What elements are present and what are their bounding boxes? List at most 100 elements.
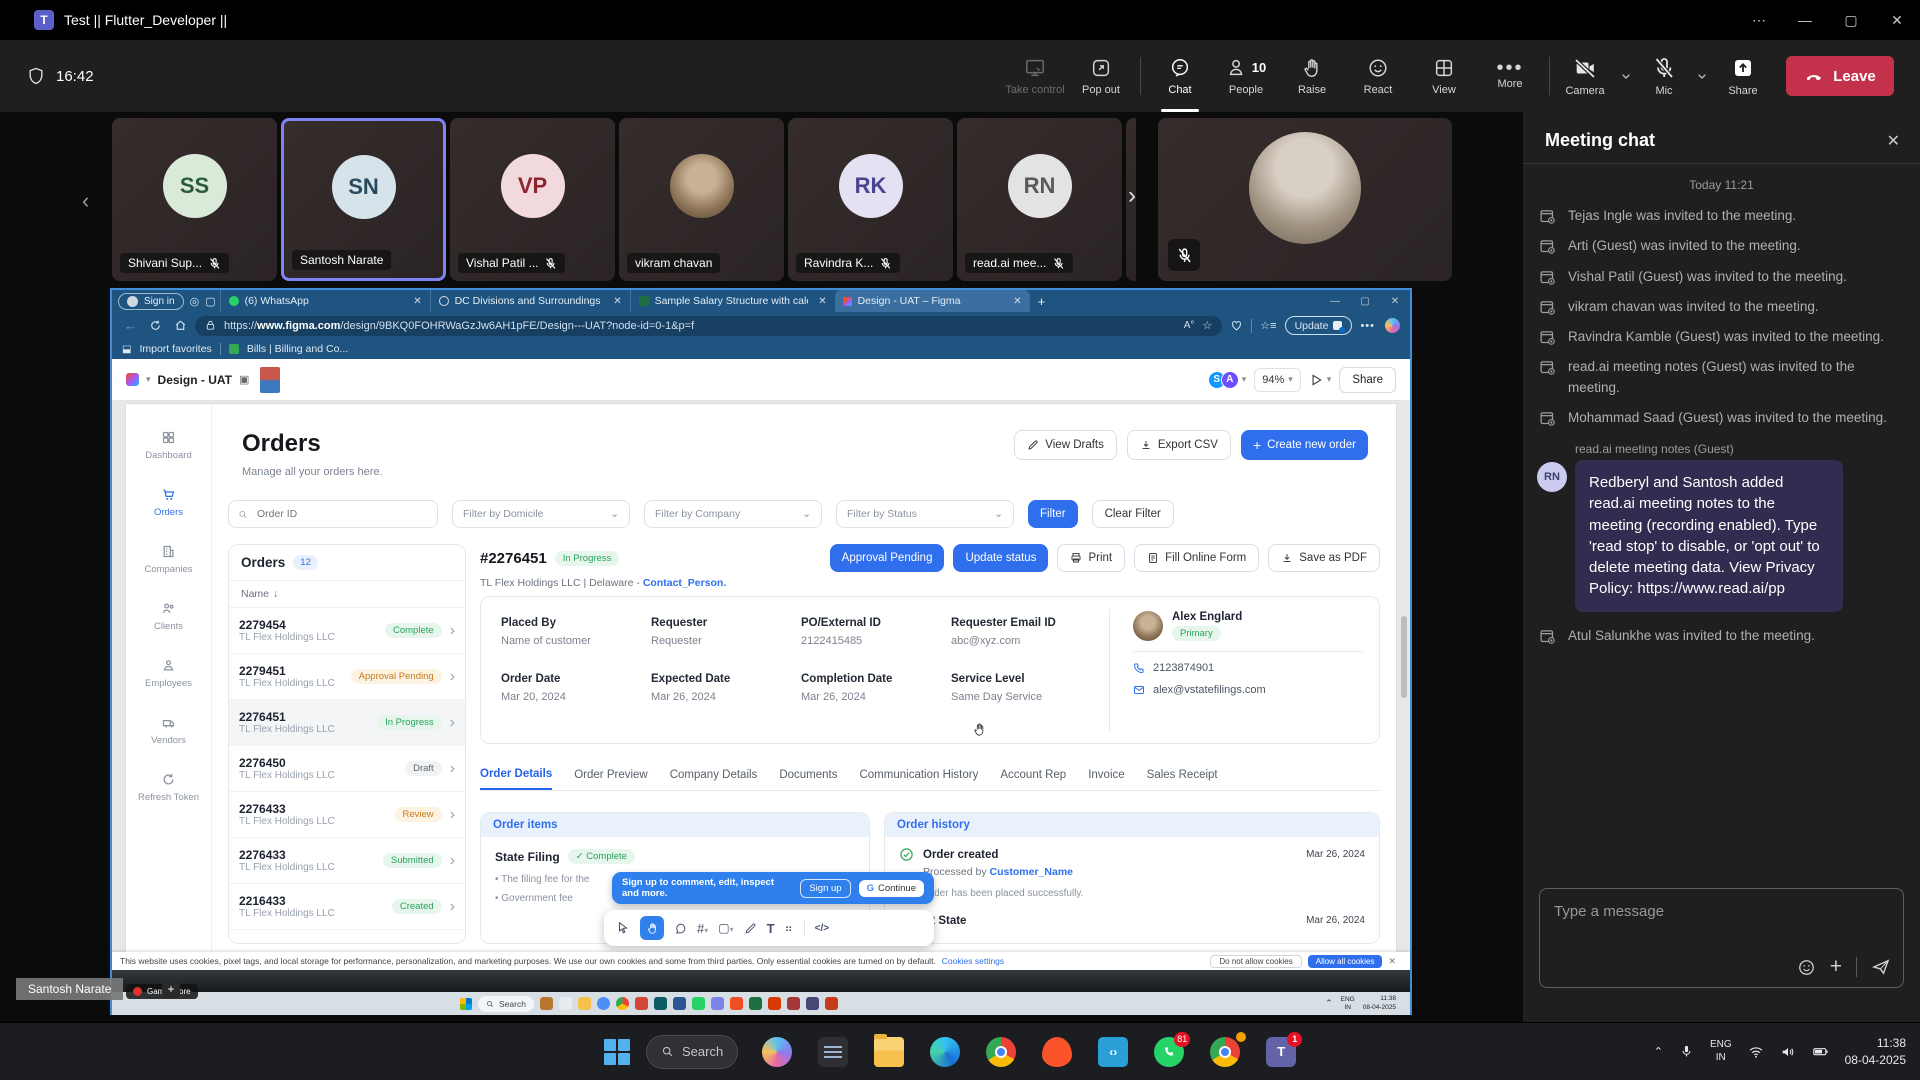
present-button[interactable]: ▾ xyxy=(1309,373,1332,387)
bookmark-item[interactable]: Import favorites xyxy=(139,343,211,355)
browser-maximize-icon[interactable]: ▢ xyxy=(1350,296,1380,307)
video-tile[interactable]: SS Shivani Sup... xyxy=(112,118,277,281)
file-explorer-icon[interactable] xyxy=(874,1037,904,1067)
people-button[interactable]: 10 People xyxy=(1213,40,1279,112)
frame-tool-icon[interactable]: #▾ xyxy=(697,921,708,936)
volume-icon[interactable] xyxy=(1780,1044,1796,1060)
vscode-icon[interactable]: ‹› xyxy=(1098,1037,1128,1067)
tiles-prev-icon[interactable]: ‹ xyxy=(82,188,89,214)
export-csv-button[interactable]: Export CSV xyxy=(1127,430,1231,460)
sidebar-item-orders[interactable]: Orders xyxy=(154,487,183,518)
back-icon[interactable]: ← xyxy=(124,318,137,333)
browser-tab[interactable]: DC Divisions and Surroundings✕ xyxy=(430,290,630,312)
tab-documents[interactable]: Documents xyxy=(779,769,837,789)
attach-plus-icon[interactable]: + xyxy=(1830,958,1842,976)
language-indicator[interactable]: ENGIN xyxy=(1710,1039,1732,1064)
shared-search-box[interactable]: Search xyxy=(478,996,534,1012)
favorites-bar-icon[interactable]: ☆≡ xyxy=(1260,319,1276,332)
cookie-settings-link[interactable]: Cookies settings xyxy=(942,956,1004,966)
sidebar-item-vendors[interactable]: Vendors xyxy=(151,715,186,746)
comment-tool-icon[interactable] xyxy=(674,922,687,935)
close-button[interactable]: ✕ xyxy=(1874,12,1920,29)
pinned-app-icon[interactable] xyxy=(616,997,629,1010)
chat-button[interactable]: Chat xyxy=(1147,40,1213,112)
tray-chevron-icon[interactable]: ⌃ xyxy=(1325,998,1333,1009)
video-tile[interactable]: RK Ravindra K... xyxy=(788,118,953,281)
read-aloud-icon[interactable]: A° xyxy=(1184,320,1195,331)
create-new-order-button[interactable]: +Create new order xyxy=(1241,430,1368,460)
wifi-icon[interactable] xyxy=(1748,1044,1764,1060)
address-bar[interactable]: https://www.figma.com/design/9BKQ0FOHRWa… xyxy=(195,316,1222,336)
teams-icon[interactable]: T1 xyxy=(1266,1037,1296,1067)
hand-tool-active[interactable] xyxy=(640,916,664,940)
pinned-app-icon[interactable] xyxy=(578,997,591,1010)
brave-icon[interactable] xyxy=(1042,1037,1072,1067)
tab-invoice[interactable]: Invoice xyxy=(1088,769,1124,789)
mic-chevron-down-icon[interactable] xyxy=(1694,68,1710,84)
canvas-scrollbar[interactable] xyxy=(1401,616,1407,698)
figma-sign-up-button[interactable]: Sign up xyxy=(800,879,850,898)
spotlight-tile[interactable] xyxy=(1158,118,1452,281)
contact-person-link[interactable]: Contact_Person. xyxy=(643,577,726,589)
pinned-app-icon[interactable] xyxy=(540,997,553,1010)
raise-hand-button[interactable]: Raise xyxy=(1279,40,1345,112)
collaborator-avatar[interactable]: A xyxy=(1221,371,1239,389)
copilot-icon[interactable] xyxy=(762,1037,792,1067)
start-icon[interactable] xyxy=(460,998,472,1010)
pinned-app-icon[interactable] xyxy=(806,997,819,1010)
pinned-app-icon[interactable] xyxy=(673,997,686,1010)
tab-company-details[interactable]: Company Details xyxy=(670,769,758,789)
contact-phone[interactable]: 2123874901 xyxy=(1153,662,1214,674)
tray-mic-icon[interactable] xyxy=(1679,1044,1694,1059)
chat-close-icon[interactable]: ✕ xyxy=(1887,131,1900,151)
whatsapp-icon[interactable]: 81 xyxy=(1154,1037,1184,1067)
browser-tab[interactable]: (6) WhatsApp✕ xyxy=(220,290,430,312)
figma-share-button[interactable]: Share xyxy=(1339,367,1396,393)
tiles-next-icon[interactable]: › xyxy=(1128,182,1136,210)
pinned-app-icon[interactable] xyxy=(825,997,838,1010)
update-status-button[interactable]: Update status xyxy=(953,544,1048,572)
new-tab-icon[interactable]: + xyxy=(1038,294,1046,309)
shared-clock[interactable]: 11:3808-04-2025 xyxy=(1363,995,1396,1012)
cookie-close-icon[interactable]: ✕ xyxy=(1388,956,1396,967)
order-row[interactable]: 2216433TL Flex Holdings LLC Created › xyxy=(229,884,465,930)
video-tile-active-speaker[interactable]: SN Santosh Narate xyxy=(281,118,446,281)
clear-filter-button[interactable]: Clear Filter xyxy=(1092,500,1174,528)
tab-order-details[interactable]: Order Details xyxy=(480,768,552,790)
taskbar-search[interactable]: Search xyxy=(646,1035,738,1069)
sidebar-item-dashboard[interactable]: Dashboard xyxy=(145,430,191,461)
pinned-app-icon[interactable] xyxy=(654,997,667,1010)
order-id-search[interactable] xyxy=(228,500,438,528)
browser-signin-button[interactable]: Sign in xyxy=(118,293,184,310)
camera-button[interactable]: Camera xyxy=(1556,40,1614,112)
copilot-icon[interactable] xyxy=(1385,318,1400,333)
tab-communication-history[interactable]: Communication History xyxy=(859,769,978,789)
text-tool-icon[interactable]: T xyxy=(767,921,775,936)
tray-chevron-up-icon[interactable]: ⌃ xyxy=(1654,1045,1663,1058)
pinned-app-icon[interactable] xyxy=(597,997,610,1010)
order-row[interactable]: 2276433TL Flex Holdings LLC Submitted › xyxy=(229,838,465,884)
home-icon[interactable] xyxy=(174,319,187,332)
share-button[interactable]: Share xyxy=(1714,40,1772,112)
browser-tab-active[interactable]: Design - UAT – Figma✕ xyxy=(835,290,1030,312)
chrome-profile-icon[interactable] xyxy=(1210,1037,1240,1067)
app-icon[interactable] xyxy=(818,1037,848,1067)
move-tool-icon[interactable] xyxy=(616,921,630,935)
tab-close-icon[interactable]: ✕ xyxy=(613,296,621,307)
send-icon[interactable] xyxy=(1871,957,1891,977)
tab-actions-icon[interactable]: ▢ xyxy=(205,295,215,308)
order-row[interactable]: 2276433TL Flex Holdings LLC Review › xyxy=(229,792,465,838)
google-continue-button[interactable]: GContinue xyxy=(859,880,924,897)
order-row[interactable]: 2279454TL Flex Holdings LLC Complete › xyxy=(229,608,465,654)
favorite-star-icon[interactable]: ☆ xyxy=(1202,319,1212,332)
filter-domicile-select[interactable]: Filter by Domicile⌄ xyxy=(452,500,630,528)
titlebar-more-icon[interactable]: ⋯ xyxy=(1736,12,1782,29)
figma-doc-title[interactable]: Design - UAT xyxy=(158,373,232,387)
zoom-control[interactable]: 94% ▾ xyxy=(1254,368,1301,392)
list-sort-header[interactable]: Name↓ xyxy=(229,581,465,608)
start-button[interactable] xyxy=(604,1039,630,1065)
tab-sales-receipt[interactable]: Sales Receipt xyxy=(1147,769,1218,789)
filter-status-select[interactable]: Filter by Status⌄ xyxy=(836,500,1014,528)
react-button[interactable]: React xyxy=(1345,40,1411,112)
pen-tool-icon[interactable] xyxy=(744,922,757,935)
